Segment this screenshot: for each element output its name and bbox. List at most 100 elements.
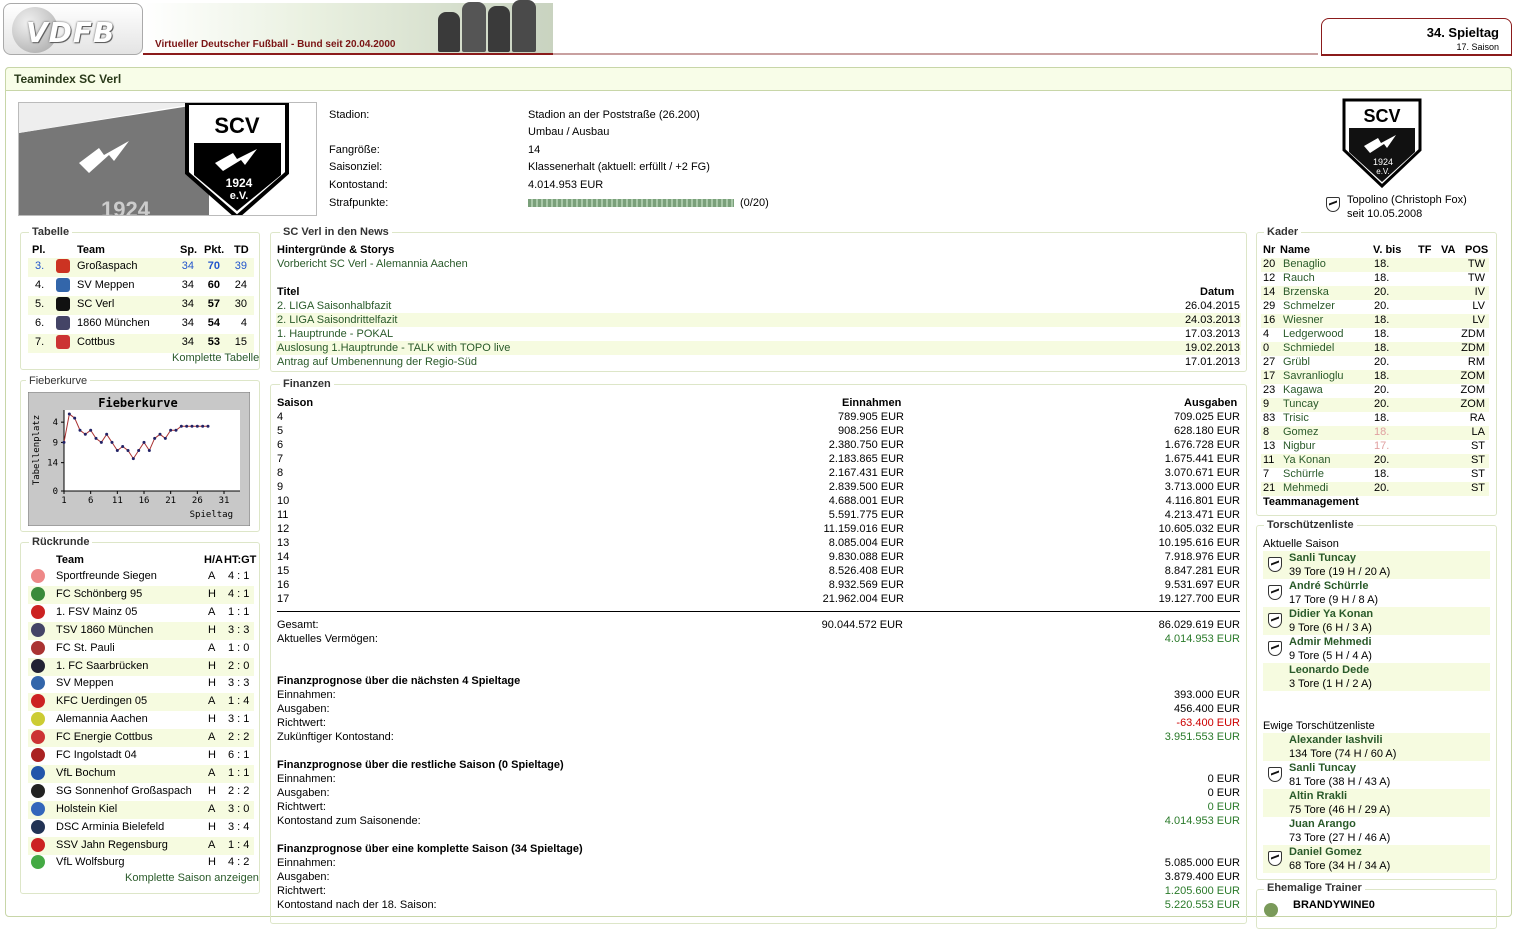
tabelle-team[interactable]: SC Verl bbox=[77, 298, 114, 310]
scorer-item[interactable]: Sanli Tuncay 81 Tore (38 H / 43 A) bbox=[1263, 761, 1490, 789]
kader-name[interactable]: Schmiedel bbox=[1283, 342, 1334, 354]
kader-row[interactable]: 21 Mehmedi 20. ST bbox=[1261, 482, 1489, 496]
rr-team[interactable]: TSV 1860 München bbox=[56, 624, 153, 636]
news-row[interactable]: 2. LIGA Saisondrittelfazit 24.03.2013 bbox=[276, 313, 1241, 327]
rr-row[interactable]: SV Meppen H 3 : 3 bbox=[28, 675, 254, 693]
rr-team[interactable]: SG Sonnenhof Großaspach bbox=[56, 785, 192, 797]
rr-row[interactable]: DSC Arminia Bielefeld H 3 : 4 bbox=[28, 819, 254, 837]
scorer-name[interactable]: Admir Mehmedi bbox=[1289, 636, 1372, 648]
kader-name[interactable]: Benaglio bbox=[1283, 258, 1326, 270]
table-row[interactable]: 5. SC Verl 34 57 30 bbox=[28, 296, 254, 315]
news-title-link[interactable]: Auslosung 1.Hauptrunde - TALK with TOPO … bbox=[277, 342, 510, 354]
rr-row[interactable]: SG Sonnenhof Großaspach H 2 : 2 bbox=[28, 783, 254, 801]
manager-name[interactable]: Topolino (Christoph Fox) bbox=[1347, 194, 1467, 206]
trainer-name[interactable]: BRANDYWINE0 bbox=[1293, 899, 1375, 911]
rr-team[interactable]: KFC Uerdingen 05 bbox=[56, 695, 147, 707]
rr-team[interactable]: SV Meppen bbox=[56, 677, 113, 689]
scorer-name[interactable]: Juan Arango bbox=[1289, 818, 1356, 830]
rr-row[interactable]: VfL Bochum A 1 : 1 bbox=[28, 764, 254, 783]
rr-team[interactable]: FC Ingolstadt 04 bbox=[56, 749, 137, 761]
scorer-item[interactable]: Admir Mehmedi 9 Tore (5 H / 4 A) bbox=[1263, 635, 1490, 663]
kader-name[interactable]: Grübl bbox=[1283, 356, 1310, 368]
kader-row[interactable]: 17 Savranlioglu 18. ZOM bbox=[1261, 370, 1489, 384]
rr-row[interactable]: KFC Uerdingen 05 A 1 : 4 bbox=[28, 693, 254, 712]
rr-row[interactable]: FC St. Pauli A 1 : 0 bbox=[28, 640, 254, 658]
scorer-name[interactable]: Leonardo Dede bbox=[1289, 664, 1369, 676]
teammanagement-link[interactable]: Teammanagement bbox=[1263, 496, 1359, 508]
rr-row[interactable]: TSV 1860 München H 3 : 3 bbox=[28, 621, 254, 640]
news-title-link[interactable]: 1. Hauptrunde - POKAL bbox=[277, 328, 393, 340]
scorer-item[interactable]: Leonardo Dede 3 Tore (1 H / 2 A) bbox=[1263, 663, 1490, 691]
kader-name[interactable]: Schürrle bbox=[1283, 468, 1324, 480]
rr-row[interactable]: FC Schönberg 95 H 4 : 1 bbox=[28, 585, 254, 604]
tabelle-team[interactable]: SV Meppen bbox=[77, 279, 134, 291]
rr-row[interactable]: Sportfreunde Siegen A 4 : 1 bbox=[28, 568, 254, 586]
rr-team[interactable]: FC Energie Cottbus bbox=[56, 731, 153, 743]
scorer-item[interactable]: Altin Rrakli 75 Tore (46 H / 29 A) bbox=[1263, 789, 1490, 817]
kader-name[interactable]: Kagawa bbox=[1283, 384, 1323, 396]
kader-name[interactable]: Gomez bbox=[1283, 426, 1318, 438]
scorer-name[interactable]: Didier Ya Konan bbox=[1289, 608, 1373, 620]
table-row[interactable]: 6. 1860 München 34 54 4 bbox=[28, 315, 254, 334]
scorer-item[interactable]: Sanli Tuncay 39 Tore (19 H / 20 A) bbox=[1263, 551, 1490, 579]
news-row[interactable]: Auslosung 1.Hauptrunde - TALK with TOPO … bbox=[276, 341, 1241, 355]
kader-name[interactable]: Rauch bbox=[1283, 272, 1315, 284]
kader-row[interactable]: 13 Nigbur 17. ST bbox=[1261, 440, 1489, 454]
kader-name[interactable]: Savranlioglu bbox=[1283, 370, 1344, 382]
rr-row[interactable]: Alemannia Aachen H 3 : 1 bbox=[28, 711, 254, 729]
rr-team[interactable]: Holstein Kiel bbox=[56, 803, 117, 815]
table-row[interactable]: 7. Cottbus 34 53 15 bbox=[28, 334, 254, 353]
table-row[interactable]: 3. Großaspach 34 70 39 bbox=[28, 258, 254, 277]
rr-row[interactable]: FC Ingolstadt 04 H 6 : 1 bbox=[28, 747, 254, 765]
kader-name[interactable]: Wiesner bbox=[1283, 314, 1323, 326]
rr-row[interactable]: SSV Jahn Regensburg A 1 : 4 bbox=[28, 836, 254, 855]
komplette-saison-link[interactable]: Komplette Saison anzeigen bbox=[125, 872, 259, 884]
rr-team[interactable]: DSC Arminia Bielefeld bbox=[56, 821, 164, 833]
kader-row[interactable]: 16 Wiesner 18. LV bbox=[1261, 314, 1489, 328]
kader-name[interactable]: Ya Konan bbox=[1283, 454, 1331, 466]
scorer-name[interactable]: Altin Rrakli bbox=[1289, 790, 1347, 802]
news-row[interactable]: 2. LIGA Saisonhalbfazit 26.04.2015 bbox=[276, 299, 1241, 313]
scorer-name[interactable]: Alexander Iashvili bbox=[1289, 734, 1383, 746]
scorer-name[interactable]: Daniel Gomez bbox=[1289, 846, 1362, 858]
kader-name[interactable]: Nigbur bbox=[1283, 440, 1315, 452]
rr-team[interactable]: VfL Wolfsburg bbox=[56, 856, 124, 868]
news-row[interactable]: 1. Hauptrunde - POKAL 17.03.2013 bbox=[276, 327, 1241, 341]
rr-team[interactable]: SSV Jahn Regensburg bbox=[56, 839, 168, 851]
scorer-item[interactable]: Alexander Iashvili 134 Tore (74 H / 60 A) bbox=[1263, 733, 1490, 761]
kader-name[interactable]: Schmelzer bbox=[1283, 300, 1335, 312]
kader-name[interactable]: Brzenska bbox=[1283, 286, 1329, 298]
kader-row[interactable]: 29 Schmelzer 20. LV bbox=[1261, 300, 1489, 314]
news-title-link[interactable]: Antrag auf Umbenennung der Regio-Süd bbox=[277, 356, 477, 368]
vdfb-logo[interactable]: VDFB bbox=[3, 3, 143, 55]
scorer-item[interactable]: Juan Arango 73 Tore (27 H / 46 A) bbox=[1263, 817, 1490, 845]
kader-row[interactable]: 11 Ya Konan 20. ST bbox=[1261, 454, 1489, 468]
table-row[interactable]: 4. SV Meppen 34 60 24 bbox=[28, 277, 254, 296]
kader-name[interactable]: Trisic bbox=[1283, 412, 1309, 424]
scorer-item[interactable]: Daniel Gomez 68 Tore (34 H / 34 A) bbox=[1263, 845, 1490, 873]
rr-team[interactable]: Sportfreunde Siegen bbox=[56, 570, 157, 582]
kader-row[interactable]: 14 Brzenska 20. IV bbox=[1261, 286, 1489, 300]
rr-team[interactable]: 1. FSV Mainz 05 bbox=[56, 606, 137, 618]
rr-row[interactable]: FC Energie Cottbus A 2 : 2 bbox=[28, 729, 254, 748]
rr-team[interactable]: 1. FC Saarbrücken bbox=[56, 660, 148, 672]
rr-row[interactable]: 1. FSV Mainz 05 A 1 : 1 bbox=[28, 604, 254, 622]
kader-row[interactable]: 9 Tuncay 20. ZOM bbox=[1261, 398, 1489, 412]
rr-team[interactable]: VfL Bochum bbox=[56, 767, 116, 779]
story-link[interactable]: Vorbericht SC Verl - Alemannia Aachen bbox=[277, 258, 468, 270]
scorer-name[interactable]: Sanli Tuncay bbox=[1289, 762, 1356, 774]
news-row[interactable]: Antrag auf Umbenennung der Regio-Süd 17.0… bbox=[276, 355, 1241, 369]
komplette-tabelle-link[interactable]: Komplette Tabelle bbox=[172, 352, 259, 364]
kader-row[interactable]: 23 Kagawa 20. ZOM bbox=[1261, 384, 1489, 398]
tabelle-team[interactable]: 1860 München bbox=[77, 317, 150, 329]
kader-row[interactable]: 0 Schmiedel 18. ZDM bbox=[1261, 342, 1489, 356]
tabelle-team[interactable]: Cottbus bbox=[77, 336, 115, 348]
kader-row[interactable]: 4 Ledgerwood 18. ZDM bbox=[1261, 328, 1489, 342]
scorer-name[interactable]: Sanli Tuncay bbox=[1289, 552, 1356, 564]
scorer-item[interactable]: André Schürrle 17 Tore (9 H / 8 A) bbox=[1263, 579, 1490, 607]
kader-row[interactable]: 8 Gomez 18. LA bbox=[1261, 426, 1489, 440]
kader-name[interactable]: Tuncay bbox=[1283, 398, 1319, 410]
scorer-item[interactable]: Didier Ya Konan 9 Tore (6 H / 3 A) bbox=[1263, 607, 1490, 635]
kader-row[interactable]: 7 Schürrle 18. ST bbox=[1261, 468, 1489, 482]
kader-row[interactable]: 27 Grübl 20. RM bbox=[1261, 356, 1489, 370]
